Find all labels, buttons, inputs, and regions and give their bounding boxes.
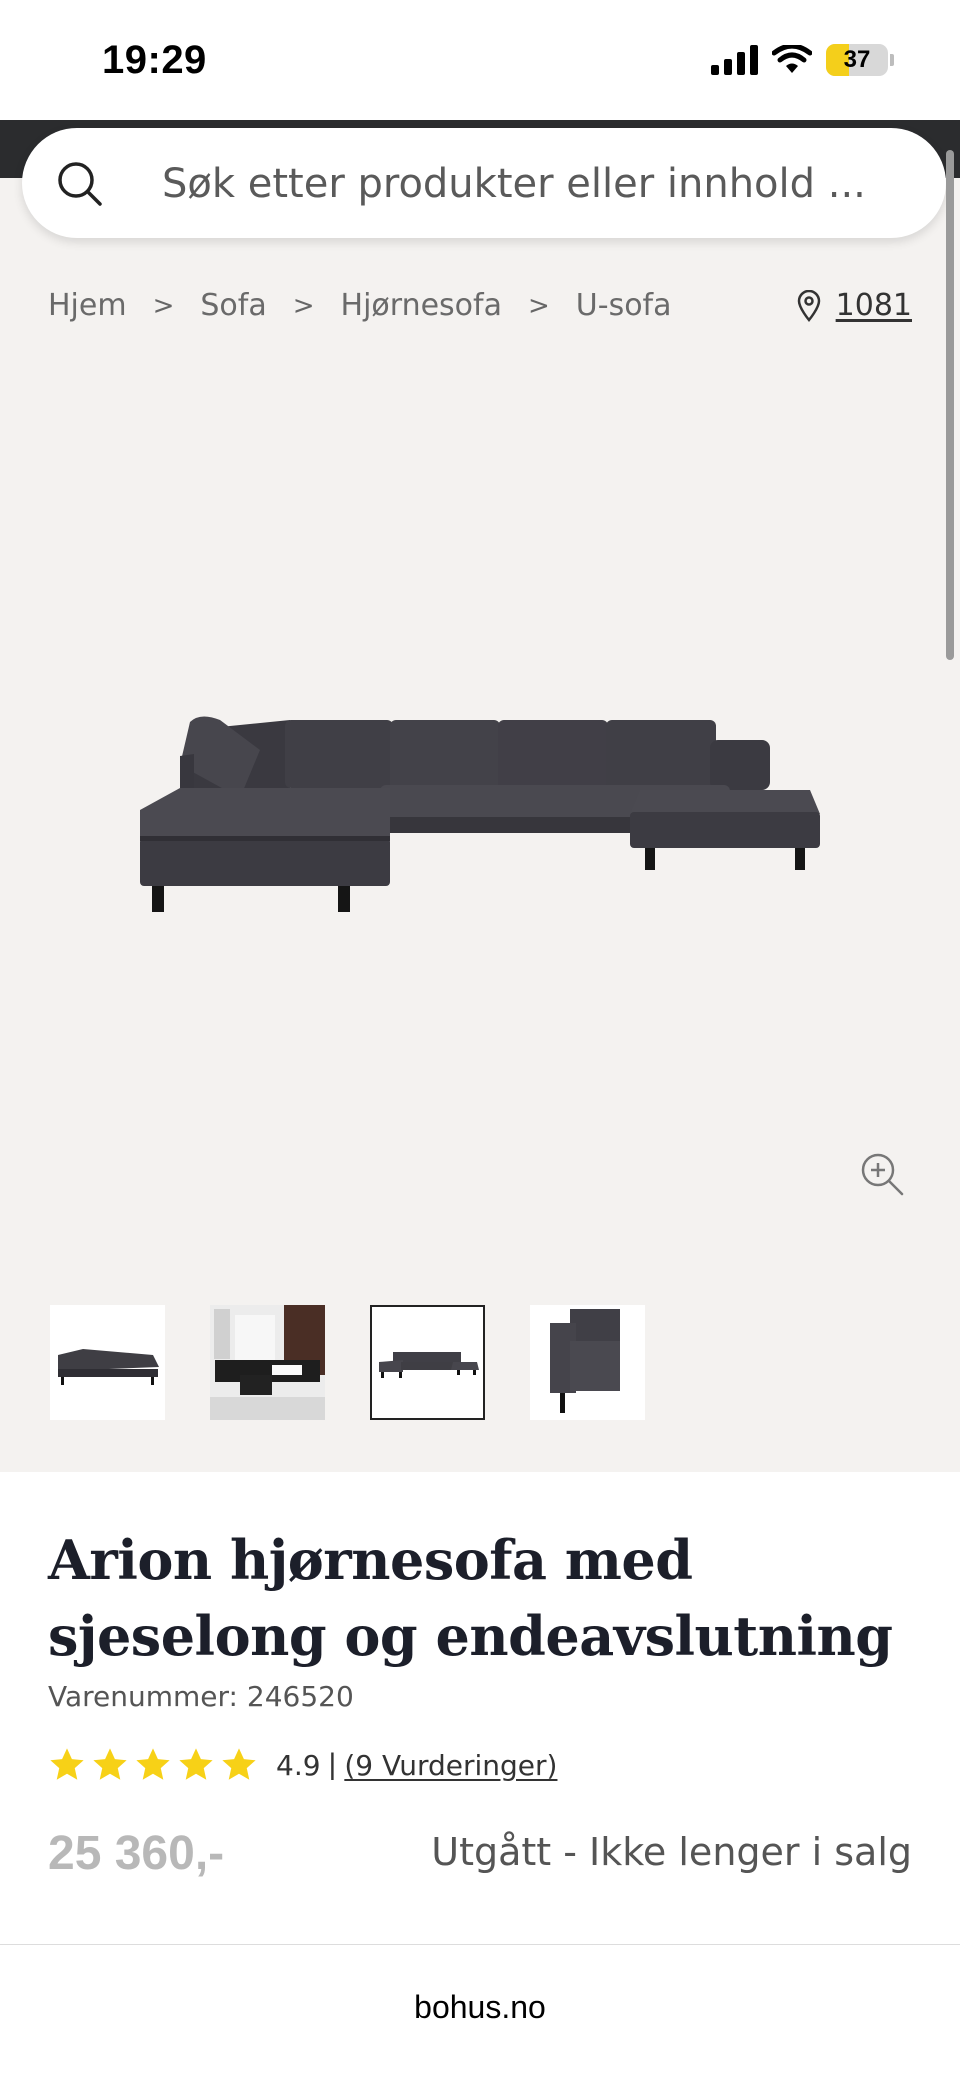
status-bar: 19:29 37 bbox=[0, 0, 960, 120]
store-selector[interactable]: 1081 bbox=[796, 288, 912, 323]
battery-icon: 37 bbox=[826, 44, 888, 76]
breadcrumb-corner-sofa[interactable]: Hjørnesofa bbox=[341, 288, 502, 323]
thumb-sofa-side bbox=[57, 1348, 159, 1385]
chevron-right-icon: > bbox=[152, 290, 175, 321]
thumbnail-1[interactable] bbox=[50, 1305, 165, 1420]
thumbnail-strip bbox=[50, 1305, 645, 1420]
breadcrumb-home[interactable]: Hjem bbox=[48, 288, 127, 323]
rating-separator: | bbox=[328, 1748, 337, 1781]
thumb-livingroom bbox=[210, 1305, 325, 1420]
star-icon bbox=[93, 1748, 127, 1780]
product-title: Arion hjørnesofa med sjeselong og endeav… bbox=[48, 1528, 893, 1668]
reviews-link[interactable]: (9 Vurderinger) bbox=[344, 1749, 557, 1782]
star-icon bbox=[50, 1748, 84, 1780]
star-icon bbox=[179, 1748, 213, 1780]
search-bar[interactable] bbox=[22, 128, 946, 238]
wifi-icon bbox=[772, 45, 812, 73]
product-price: 25 360,- bbox=[48, 1827, 225, 1880]
url-text[interactable]: bohus.no bbox=[0, 1989, 960, 2026]
breadcrumb-u-sofa[interactable]: U-sofa bbox=[576, 288, 672, 323]
rating-value: 4.9 bbox=[276, 1748, 321, 1782]
battery-cap bbox=[890, 54, 894, 66]
thumbnail-2[interactable] bbox=[210, 1305, 325, 1420]
page-scrollbar[interactable] bbox=[946, 150, 954, 660]
battery-percent: 37 bbox=[843, 46, 871, 73]
availability-status: Utgått - Ikke lenger i salg bbox=[431, 1830, 912, 1874]
search-icon[interactable] bbox=[54, 158, 106, 210]
chevron-right-icon: > bbox=[527, 290, 550, 321]
store-postcode-link[interactable]: 1081 bbox=[836, 288, 912, 323]
signal-icon bbox=[711, 45, 758, 75]
chevron-right-icon: > bbox=[292, 290, 315, 321]
search-input[interactable] bbox=[162, 156, 902, 212]
thumb-sofa-detail bbox=[550, 1309, 620, 1413]
thumbnail-3[interactable] bbox=[370, 1305, 485, 1420]
status-icons: 37 bbox=[711, 44, 894, 76]
status-time: 19:29 bbox=[102, 38, 207, 82]
star-icon bbox=[136, 1748, 170, 1780]
location-pin-icon bbox=[797, 289, 820, 322]
rating-stars bbox=[48, 1746, 258, 1784]
zoom-in-icon[interactable] bbox=[858, 1150, 906, 1198]
thumbnail-4[interactable] bbox=[530, 1305, 645, 1420]
star-icon bbox=[222, 1748, 256, 1780]
breadcrumb-sofa[interactable]: Sofa bbox=[200, 288, 266, 323]
breadcrumb: Hjem > Sofa > Hjørnesofa > U-sofa bbox=[48, 288, 672, 323]
product-sku: Varenummer: 246520 bbox=[48, 1680, 354, 1713]
thumb-sofa-front bbox=[378, 1351, 479, 1378]
browser-url-bar[interactable]: bohus.no bbox=[0, 1944, 960, 2078]
product-rating: 4.9 | (9 Vurderinger) bbox=[48, 1746, 557, 1784]
product-main-image[interactable] bbox=[120, 690, 840, 950]
